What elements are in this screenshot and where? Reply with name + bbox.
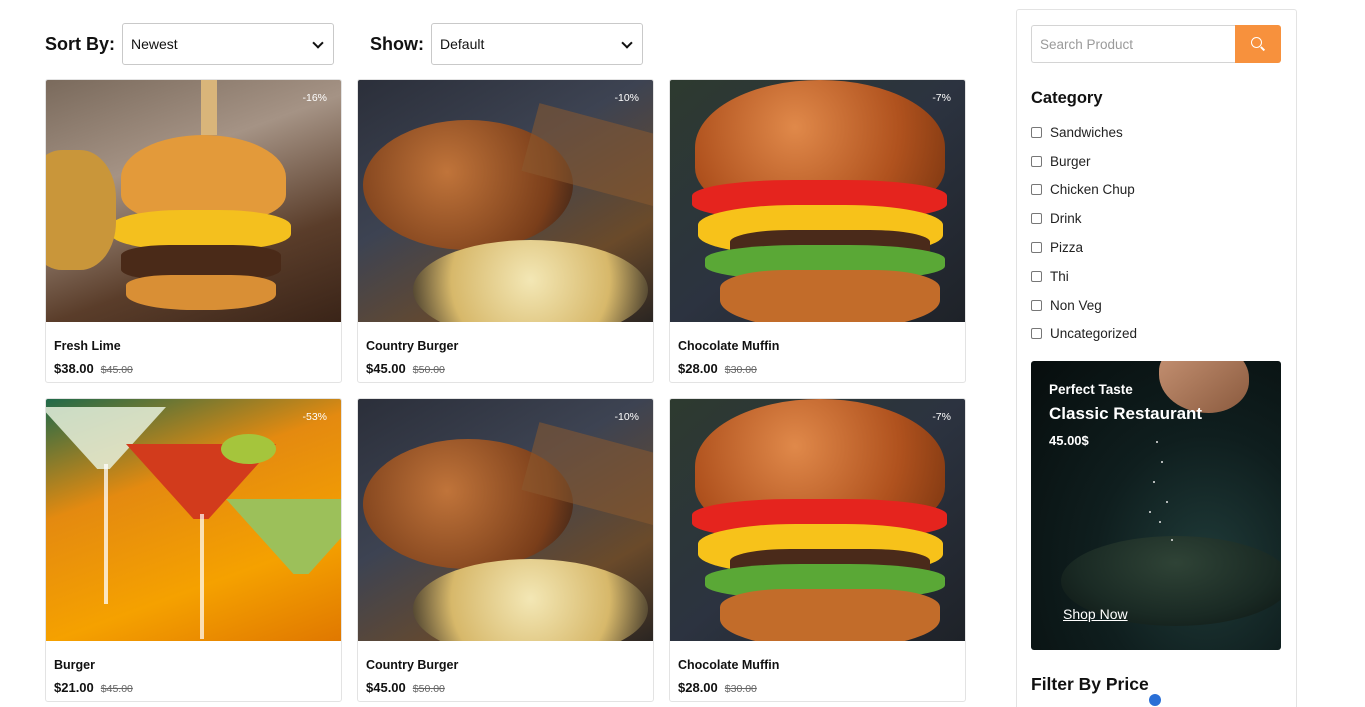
category-label: Uncategorized — [1050, 326, 1138, 342]
discount-badge: -7% — [932, 92, 951, 104]
category-checkbox[interactable] — [1031, 270, 1042, 282]
search-bar — [1031, 25, 1281, 63]
product-grid: -16% Fresh Lime $38.00 $45.00 -10% Count… — [45, 79, 966, 702]
product-card[interactable]: -53% Burger $21.00 $45.00 — [45, 398, 342, 702]
product-price: $38.00 — [54, 361, 94, 376]
show-value: Default — [440, 36, 485, 52]
sort-label: Sort By: — [45, 33, 116, 54]
category-title: Category — [1031, 89, 1103, 107]
product-price: $28.00 — [678, 361, 718, 376]
category-checkbox[interactable] — [1031, 299, 1042, 311]
category-item[interactable]: Drink — [1031, 204, 1137, 233]
product-card[interactable]: -16% Fresh Lime $38.00 $45.00 — [45, 79, 342, 383]
category-label: Burger — [1050, 153, 1091, 169]
product-card[interactable]: -10% Country Burger $45.00 $50.00 — [357, 79, 654, 383]
category-label: Pizza — [1050, 240, 1084, 256]
search-input[interactable] — [1031, 25, 1235, 63]
category-checkbox[interactable] — [1031, 184, 1042, 196]
category-item[interactable]: Chicken Chup — [1031, 176, 1137, 205]
product-name[interactable]: Chocolate Muffin — [678, 339, 957, 353]
promo-title: Classic Restaurant — [1049, 404, 1203, 423]
category-item[interactable]: Thi — [1031, 262, 1137, 291]
sort-value: Newest — [131, 36, 178, 52]
promo-price: 45.00$ — [1049, 433, 1089, 448]
price-slider-handle[interactable] — [1149, 694, 1161, 706]
discount-badge: -7% — [932, 411, 951, 423]
category-label: Thi — [1050, 268, 1069, 284]
product-card[interactable]: -10% Country Burger $45.00 $50.00 — [357, 398, 654, 702]
product-name[interactable]: Fresh Lime — [54, 339, 333, 353]
product-price: $28.00 — [678, 680, 718, 695]
promo-subtitle: Perfect Taste — [1049, 382, 1133, 397]
category-checkbox[interactable] — [1031, 213, 1042, 225]
product-old-price: $50.00 — [412, 364, 445, 376]
discount-badge: -10% — [614, 411, 639, 423]
chevron-down-icon — [313, 39, 323, 49]
discount-badge: -10% — [614, 92, 639, 104]
category-item[interactable]: Uncategorized — [1031, 320, 1137, 349]
product-image[interactable]: -7% — [670, 80, 965, 322]
category-item[interactable]: Pizza — [1031, 233, 1137, 262]
show-label: Show: — [370, 33, 425, 54]
search-icon — [1251, 37, 1265, 51]
search-button[interactable] — [1235, 25, 1281, 63]
category-label: Drink — [1050, 211, 1082, 227]
category-item[interactable]: Burger — [1031, 147, 1137, 176]
product-name[interactable]: Country Burger — [366, 339, 645, 353]
category-checkbox[interactable] — [1031, 242, 1042, 254]
product-name[interactable]: Country Burger — [366, 658, 645, 672]
product-price: $45.00 — [366, 361, 406, 376]
product-price: $21.00 — [54, 680, 94, 695]
category-label: Chicken Chup — [1050, 182, 1135, 198]
discount-badge: -16% — [302, 92, 327, 104]
category-label: Sandwiches — [1050, 124, 1123, 140]
product-image[interactable]: -16% — [46, 80, 341, 322]
category-item[interactable]: Non Veg — [1031, 291, 1137, 320]
toolbar: Sort By: Newest Show: Default — [45, 23, 644, 65]
shop-now-link[interactable]: Shop Now — [1063, 606, 1128, 622]
category-item[interactable]: Sandwiches — [1031, 118, 1137, 147]
filter-price-title: Filter By Price — [1031, 674, 1149, 694]
product-image[interactable]: -53% — [46, 399, 341, 641]
product-image[interactable]: -7% — [670, 399, 965, 641]
product-old-price: $30.00 — [724, 683, 757, 695]
discount-badge: -53% — [302, 411, 327, 423]
category-list: Sandwiches Burger Chicken Chup Drink Piz… — [1031, 118, 1137, 348]
product-old-price: $45.00 — [100, 364, 133, 376]
product-name[interactable]: Chocolate Muffin — [678, 658, 957, 672]
product-old-price: $45.00 — [100, 683, 133, 695]
show-select[interactable]: Default — [431, 23, 644, 65]
product-card[interactable]: -7% Chocolate Muffin $28.00 $30.00 — [669, 79, 966, 383]
sort-select[interactable]: Newest — [122, 23, 335, 65]
chevron-down-icon — [622, 39, 632, 49]
product-name[interactable]: Burger — [54, 658, 333, 672]
category-checkbox[interactable] — [1031, 155, 1042, 167]
product-card[interactable]: -7% Chocolate Muffin $28.00 $30.00 — [669, 398, 966, 702]
sidebar: Category Sandwiches Burger Chicken Chup … — [1016, 9, 1297, 707]
category-checkbox[interactable] — [1031, 126, 1042, 138]
product-price: $45.00 — [366, 680, 406, 695]
category-label: Non Veg — [1050, 297, 1102, 313]
category-checkbox[interactable] — [1031, 328, 1042, 340]
product-image[interactable]: -10% — [358, 80, 653, 322]
product-image[interactable]: -10% — [358, 399, 653, 641]
product-old-price: $50.00 — [412, 683, 445, 695]
product-old-price: $30.00 — [724, 364, 757, 376]
promo-banner[interactable]: Perfect Taste Classic Restaurant 45.00$ … — [1031, 361, 1281, 650]
